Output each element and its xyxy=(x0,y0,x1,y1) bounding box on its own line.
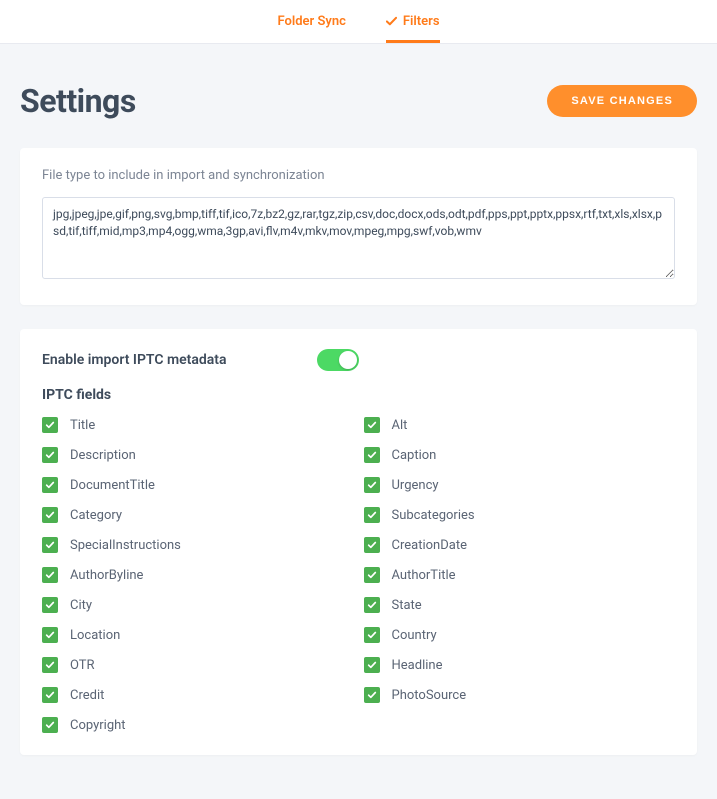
page-header: Settings SAVE CHANGES xyxy=(20,82,697,120)
tab-filters-label: Filters xyxy=(403,14,440,29)
checkbox-label: Headline xyxy=(392,658,443,673)
iptc-field-item: Caption xyxy=(364,447,676,463)
tab-filters[interactable]: Filters xyxy=(386,0,440,43)
iptc-toggle-label: Enable import IPTC metadata xyxy=(42,352,227,368)
iptc-field-item: Headline xyxy=(364,657,676,673)
iptc-field-item: Location xyxy=(42,627,354,643)
checkbox[interactable] xyxy=(42,537,58,553)
iptc-field-item: AuthorTitle xyxy=(364,567,676,583)
checkbox[interactable] xyxy=(364,627,380,643)
checkbox[interactable] xyxy=(364,477,380,493)
checkbox-label: Alt xyxy=(392,418,408,433)
check-icon xyxy=(386,16,397,27)
iptc-field-item: Copyright xyxy=(42,717,354,733)
checkbox-label: OTR xyxy=(70,658,95,673)
checkbox-label: Subcategories xyxy=(392,508,475,523)
tabs-bar: Folder Sync Filters xyxy=(0,0,717,44)
filetypes-input[interactable] xyxy=(42,197,675,279)
iptc-toggle-row: Enable import IPTC metadata xyxy=(42,349,675,371)
checkbox[interactable] xyxy=(42,687,58,703)
checkbox-label: Category xyxy=(70,508,122,523)
iptc-field-item: Urgency xyxy=(364,477,676,493)
checkbox-label: SpecialInstructions xyxy=(70,538,181,553)
checkbox-label: State xyxy=(392,598,422,613)
checkbox[interactable] xyxy=(42,507,58,523)
checkbox-label: Location xyxy=(70,628,120,643)
checkbox-label: Description xyxy=(70,448,136,463)
checkbox[interactable] xyxy=(42,477,58,493)
page-title: Settings xyxy=(20,82,136,120)
toggle-knob xyxy=(339,351,357,369)
iptc-toggle[interactable] xyxy=(317,349,359,371)
checkbox[interactable] xyxy=(364,507,380,523)
checkbox-label: AuthorTitle xyxy=(392,568,456,583)
iptc-field-item: SpecialInstructions xyxy=(42,537,354,553)
checkbox-label: Copyright xyxy=(70,718,126,733)
checkbox[interactable] xyxy=(364,687,380,703)
tab-folder-sync[interactable]: Folder Sync xyxy=(277,0,345,43)
checkbox[interactable] xyxy=(42,657,58,673)
checkbox[interactable] xyxy=(42,447,58,463)
iptc-field-item: DocumentTitle xyxy=(42,477,354,493)
iptc-card: Enable import IPTC metadata IPTC fields … xyxy=(20,329,697,755)
checkbox-label: CreationDate xyxy=(392,538,467,553)
checkbox[interactable] xyxy=(42,627,58,643)
checkbox[interactable] xyxy=(42,717,58,733)
checkbox[interactable] xyxy=(364,567,380,583)
filetypes-label: File type to include in import and synch… xyxy=(42,168,675,183)
tab-folder-sync-label: Folder Sync xyxy=(277,14,345,29)
iptc-field-item: Subcategories xyxy=(364,507,676,523)
checkbox-label: Urgency xyxy=(392,478,439,493)
checkbox[interactable] xyxy=(42,597,58,613)
checkbox-label: Country xyxy=(392,628,437,643)
iptc-checkbox-grid: Title Alt Description Caption DocumentTitle U… xyxy=(42,417,675,733)
checkbox-label: Title xyxy=(70,418,95,433)
checkbox-label: AuthorByline xyxy=(70,568,143,583)
checkbox-label: PhotoSource xyxy=(392,688,467,703)
iptc-field-item: OTR xyxy=(42,657,354,673)
iptc-field-item: Country xyxy=(364,627,676,643)
iptc-field-item: CreationDate xyxy=(364,537,676,553)
checkbox[interactable] xyxy=(364,417,380,433)
filetypes-card: File type to include in import and synch… xyxy=(20,148,697,305)
checkbox[interactable] xyxy=(42,417,58,433)
iptc-field-item: AuthorByline xyxy=(42,567,354,583)
checkbox[interactable] xyxy=(42,567,58,583)
checkbox-label: Credit xyxy=(70,688,104,703)
iptc-field-item: Category xyxy=(42,507,354,523)
checkbox[interactable] xyxy=(364,657,380,673)
checkbox[interactable] xyxy=(364,597,380,613)
iptc-field-item: Alt xyxy=(364,417,676,433)
checkbox[interactable] xyxy=(364,537,380,553)
checkbox-label: DocumentTitle xyxy=(70,478,155,493)
iptc-field-item: Title xyxy=(42,417,354,433)
iptc-field-item: City xyxy=(42,597,354,613)
iptc-field-item: State xyxy=(364,597,676,613)
iptc-field-item: Description xyxy=(42,447,354,463)
checkbox-label: Caption xyxy=(392,448,437,463)
save-changes-button[interactable]: SAVE CHANGES xyxy=(547,85,697,117)
iptc-fields-heading: IPTC fields xyxy=(42,387,675,403)
iptc-field-item: Credit xyxy=(42,687,354,703)
checkbox-label: City xyxy=(70,598,92,613)
iptc-field-item: PhotoSource xyxy=(364,687,676,703)
checkbox[interactable] xyxy=(364,447,380,463)
